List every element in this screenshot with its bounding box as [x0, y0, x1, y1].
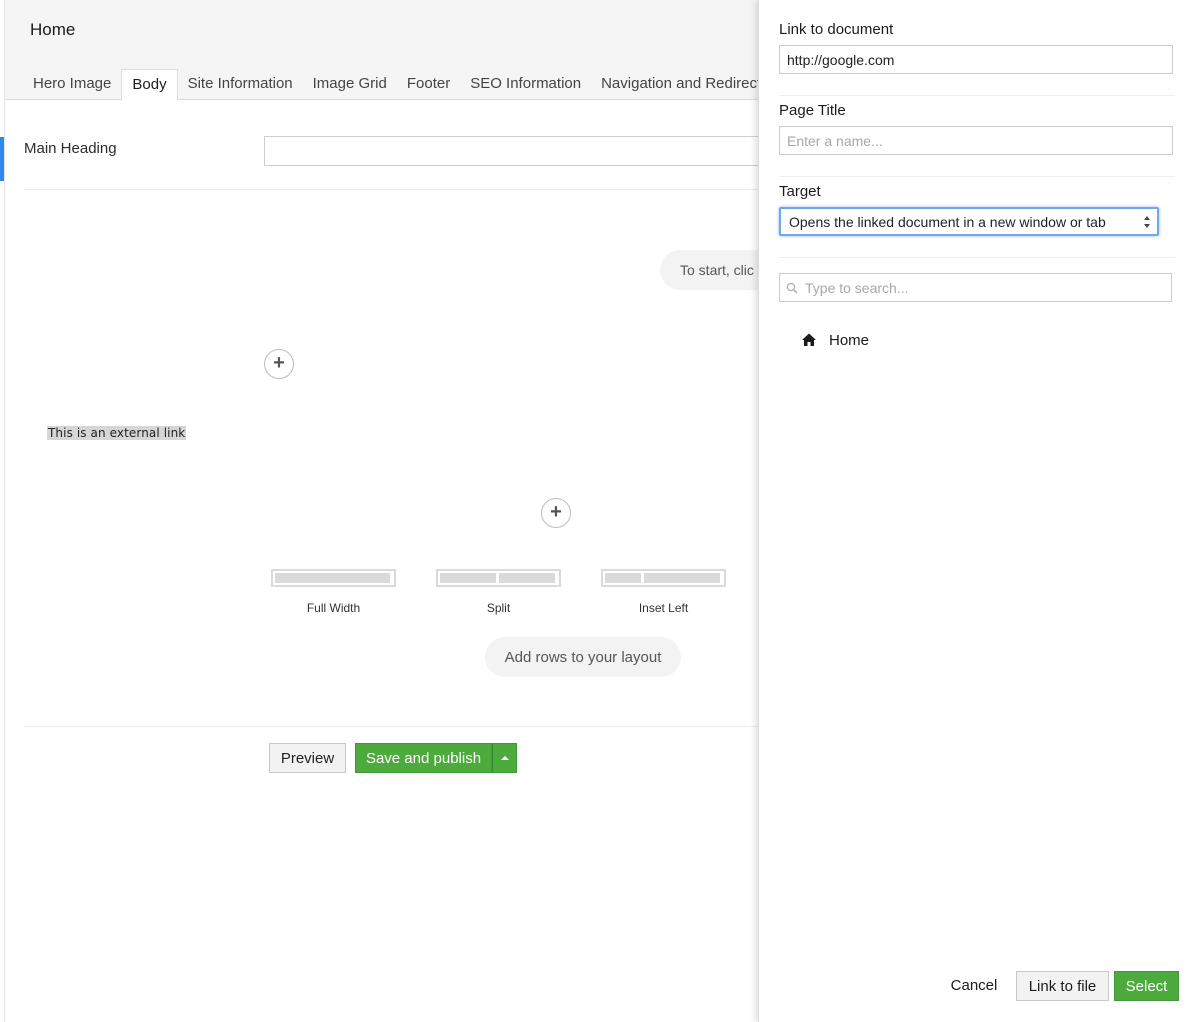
target-select-value: Opens the linked document in a new windo… [789, 214, 1106, 230]
tab-site-information[interactable]: Site Information [178, 69, 303, 100]
content-editor: Home Hero Image Body Site Information Im… [0, 0, 760, 1022]
layout-inset-left-preview [601, 569, 726, 587]
link-url-input[interactable]: http://google.com [779, 45, 1173, 74]
save-and-publish-button[interactable]: Save and publish [355, 743, 492, 773]
layout-option-inset-left[interactable]: Inset Left [601, 569, 726, 615]
tab-body[interactable]: Body [121, 69, 178, 101]
main-heading-input[interactable] [264, 136, 760, 166]
save-options-caret-icon[interactable] [492, 743, 517, 773]
link-to-file-button[interactable]: Link to file [1016, 971, 1109, 1001]
target-select[interactable]: Opens the linked document in a new windo… [779, 207, 1159, 236]
editor-left-border [4, 0, 5, 1022]
tab-footer[interactable]: Footer [397, 69, 460, 100]
add-content-button[interactable]: + [264, 349, 294, 379]
editor-header: Home Hero Image Body Site Information Im… [5, 0, 760, 101]
bottom-divider [24, 726, 760, 727]
tree-search-input[interactable]: Type to search... [779, 273, 1172, 302]
property-divider [24, 189, 760, 190]
tree-search-placeholder: Type to search... [805, 280, 909, 296]
layout-option-full-width[interactable]: Full Width [271, 569, 396, 615]
layout-split-preview [436, 569, 561, 587]
target-label: Target [779, 183, 821, 200]
tab-seo-information[interactable]: SEO Information [460, 69, 591, 100]
node-name[interactable]: Home [30, 20, 75, 40]
external-link-text[interactable]: This is an external link [47, 426, 187, 440]
active-property-indicator [0, 137, 4, 181]
layout-full-width-preview [271, 569, 396, 587]
tab-navigation-redirects[interactable]: Navigation and Redirects [591, 69, 760, 100]
tree-item-home[interactable]: Home [801, 330, 869, 350]
page-title-input[interactable]: Enter a name... [779, 126, 1173, 155]
select-button[interactable]: Select [1114, 971, 1179, 1001]
home-icon [802, 333, 816, 346]
panel-separator [779, 95, 1175, 96]
layout-label: Split [486, 601, 511, 615]
layout-label: Full Width [306, 601, 361, 615]
main-heading-label: Main Heading [24, 140, 117, 157]
search-icon [786, 282, 798, 294]
add-row-button[interactable]: + [541, 498, 571, 528]
panel-separator [779, 176, 1175, 177]
tab-hero-image[interactable]: Hero Image [23, 69, 121, 100]
link-to-document-label: Link to document [779, 21, 894, 38]
tree-item-label: Home [829, 331, 870, 349]
panel-separator [779, 257, 1175, 258]
tab-bar: Hero Image Body Site Information Image G… [23, 69, 760, 101]
add-rows-hint: Add rows to your layout [485, 637, 681, 677]
link-picker-panel: Link to document http://google.com Page … [758, 0, 1194, 1022]
page-title-label: Page Title [779, 102, 846, 119]
grid-start-hint: To start, clic [660, 250, 760, 290]
tab-image-grid[interactable]: Image Grid [303, 69, 397, 100]
select-arrows-icon [1144, 216, 1150, 228]
layout-option-split[interactable]: Split [436, 569, 561, 615]
preview-button[interactable]: Preview [269, 743, 346, 773]
cancel-button[interactable]: Cancel [944, 971, 1004, 1001]
layout-label: Inset Left [638, 601, 689, 615]
